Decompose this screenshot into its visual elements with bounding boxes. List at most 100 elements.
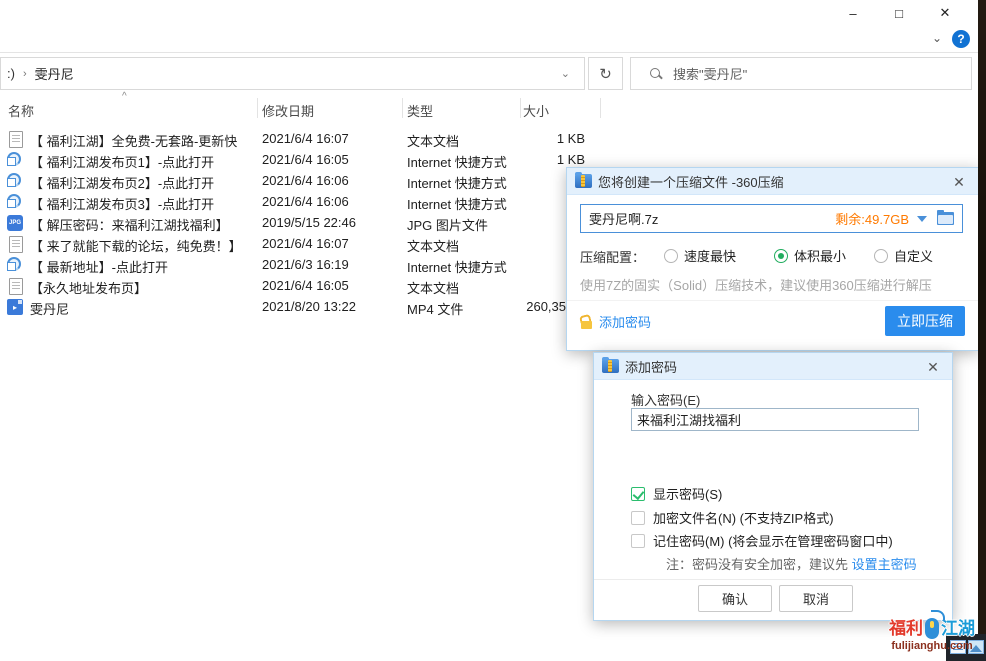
file-size-cell: 260,35 [460,299,566,314]
title-bar: – □ ✕ [0,0,978,26]
address-drive[interactable]: :) [7,66,15,81]
list-header: 名称 ^ 修改日期 类型 大小 [0,95,620,121]
file-row[interactable]: ▸ 雯丹尼 2021/8/20 13:22 MP4 文件 260,35 [0,297,620,318]
file-type-cell: JPG 图片文件 [407,215,488,234]
compress-dialog-titlebar: 您将创建一个压缩文件 -360压缩 [567,168,978,195]
archive-name-input[interactable]: 雯丹尼啊.7z 剩余:49.7GB [580,204,963,233]
password-note: 注：密码没有安全加密，建议先 设置主密码 [666,554,917,573]
checkbox-icon [631,511,645,525]
address-dropdown-chevron-icon[interactable]: ⌄ [561,67,570,80]
add-password-label: 添加密码 [599,312,651,331]
address-row: :) › 雯丹尼 ⌄ ↻ 搜索"雯丹尼" [0,57,978,90]
address-bar[interactable]: :) › 雯丹尼 ⌄ [0,57,585,90]
explorer-window: – □ ✕ ⌄ ? :) › 雯丹尼 ⌄ ↻ 搜索"雯丹尼" 名称 ^ 修改日期… [0,0,986,661]
refresh-button[interactable]: ↻ [588,57,623,90]
column-header-size[interactable]: 大小 [523,101,549,120]
checkbox-label: 加密文件名(N) (不支持ZIP格式) [653,508,834,527]
file-date-cell: 2021/6/4 16:07 [262,236,349,251]
column-divider[interactable] [257,98,258,118]
checkbox-label: 记住密码(M) (将会显示在管理密码窗口中) [653,531,893,550]
set-master-password-link[interactable]: 设置主密码 [852,557,917,572]
checkbox-encrypt-filenames[interactable]: 加密文件名(N) (不支持ZIP格式) [631,508,834,527]
file-name-cell: 【 来了就能下载的论坛，纯免费！】 [30,236,242,255]
column-header-date[interactable]: 修改日期 [262,101,314,120]
radio-label: 速度最快 [684,246,736,265]
sort-ascending-icon: ^ [122,91,127,102]
close-button[interactable]: ✕ [922,0,968,26]
file-date-cell: 2021/6/4 16:05 [262,278,349,293]
zip-archive-icon [602,359,619,373]
file-row[interactable]: 【 福利江湖发布页3】-点此打开 2021/6/4 16:06 Internet… [0,192,620,213]
file-type-cell: Internet 快捷方式 [407,194,507,213]
checkbox-icon [631,487,645,501]
text-file-icon [9,278,23,295]
file-row[interactable]: 【 来了就能下载的论坛，纯免费！】 2021/6/4 16:07 文本文档 [0,234,620,255]
password-dialog-titlebar: 添加密码 [594,353,952,380]
destination-dropdown-icon[interactable] [917,216,927,222]
radio-label: 自定义 [894,246,933,265]
url-file-icon [7,173,21,187]
text-file-icon [9,236,23,253]
file-name-cell: 【永久地址发布页】 [30,278,147,297]
search-icon [649,67,663,81]
compress-dialog-close-icon[interactable]: ✕ [950,173,968,191]
column-header-type[interactable]: 类型 [407,101,433,120]
radio-smallest-size[interactable]: 体积最小 [774,246,846,265]
breadcrumb-folder[interactable]: 雯丹尼 [35,64,74,83]
password-value: 来福利江湖找福利 [637,410,741,429]
checkbox-remember-password[interactable]: 记住密码(M) (将会显示在管理密码窗口中) [631,531,893,550]
checkbox-show-password[interactable]: 显示密码(S) [631,484,722,503]
column-header-name[interactable]: 名称 [8,101,34,120]
file-row[interactable]: 【 福利江湖发布页2】-点此打开 2021/6/4 16:06 Internet… [0,171,620,192]
checkbox-label: 显示密码(S) [653,484,722,503]
password-input[interactable]: 来福利江湖找福利 [631,408,919,431]
zip-archive-icon [575,174,592,188]
file-type-cell: 文本文档 [407,236,459,255]
compress-config-row: 压缩配置： 速度最快 体积最小 自定义 [580,246,970,264]
mp4-file-icon: ▸ [7,299,23,315]
thumbnail-view-icon[interactable] [968,640,984,654]
mouse-icon [925,618,939,639]
maximize-button[interactable]: □ [876,0,922,26]
file-size-cell: 1 KB [460,152,585,167]
column-divider[interactable] [402,98,403,118]
column-divider[interactable] [520,98,521,118]
note-text: 注：密码没有安全加密，建议先 [666,557,852,572]
compress-dialog: 您将创建一个压缩文件 -360压缩 ✕ 雯丹尼啊.7z 剩余:49.7GB 压缩… [566,167,979,351]
file-type-cell: Internet 快捷方式 [407,173,507,192]
radio-icon [874,249,888,263]
file-size-cell: 1 KB [460,131,585,146]
file-name-cell: 【 福利江湖】全免费-无套路-更新快 [30,131,237,150]
file-row[interactable]: 【 最新地址】-点此打开 2021/6/3 16:19 Internet 快捷方… [0,255,620,276]
compress-now-button[interactable]: 立即压缩 [885,306,965,336]
password-dialog-title: 添加密码 [625,357,677,376]
file-type-cell: MP4 文件 [407,299,463,318]
file-date-cell: 2021/6/4 16:06 [262,173,349,188]
radio-custom[interactable]: 自定义 [874,246,933,265]
file-row[interactable]: 【永久地址发布页】 2021/6/4 16:05 文本文档 [0,276,620,297]
file-name-cell: 【 福利江湖发布页2】-点此打开 [30,173,214,192]
confirm-button[interactable]: 确认 [698,585,772,612]
cancel-button[interactable]: 取消 [779,585,853,612]
column-divider[interactable] [600,98,601,118]
add-password-link[interactable]: 添加密码 [580,312,651,331]
lock-icon [580,315,593,329]
file-date-cell: 2021/6/4 16:06 [262,194,349,209]
password-dialog-close-icon[interactable]: ✕ [924,358,942,376]
radio-fastest-speed[interactable]: 速度最快 [664,246,736,265]
browse-folder-icon[interactable] [937,212,954,225]
details-view-icon[interactable] [950,640,966,654]
url-file-icon [7,257,21,271]
help-icon[interactable]: ? [952,30,970,48]
url-file-icon [7,194,21,208]
ribbon-expand-chevron-icon[interactable]: ⌄ [932,31,942,45]
file-row[interactable]: 【 福利江湖】全免费-无套路-更新快 2021/6/4 16:07 文本文档 1… [0,129,620,150]
archive-name-value: 雯丹尼啊.7z [589,209,835,228]
file-row[interactable]: JPG 【 解压密码：来福利江湖找福利】 2019/5/15 22:46 JPG… [0,213,620,234]
compress-config-label: 压缩配置： [580,247,645,266]
file-type-cell: 文本文档 [407,278,459,297]
file-row[interactable]: 【 福利江湖发布页1】-点此打开 2021/6/4 16:05 Internet… [0,150,620,171]
search-input[interactable]: 搜索"雯丹尼" [630,57,972,90]
minimize-button[interactable]: – [830,0,876,26]
window-controls: – □ ✕ [830,0,968,26]
